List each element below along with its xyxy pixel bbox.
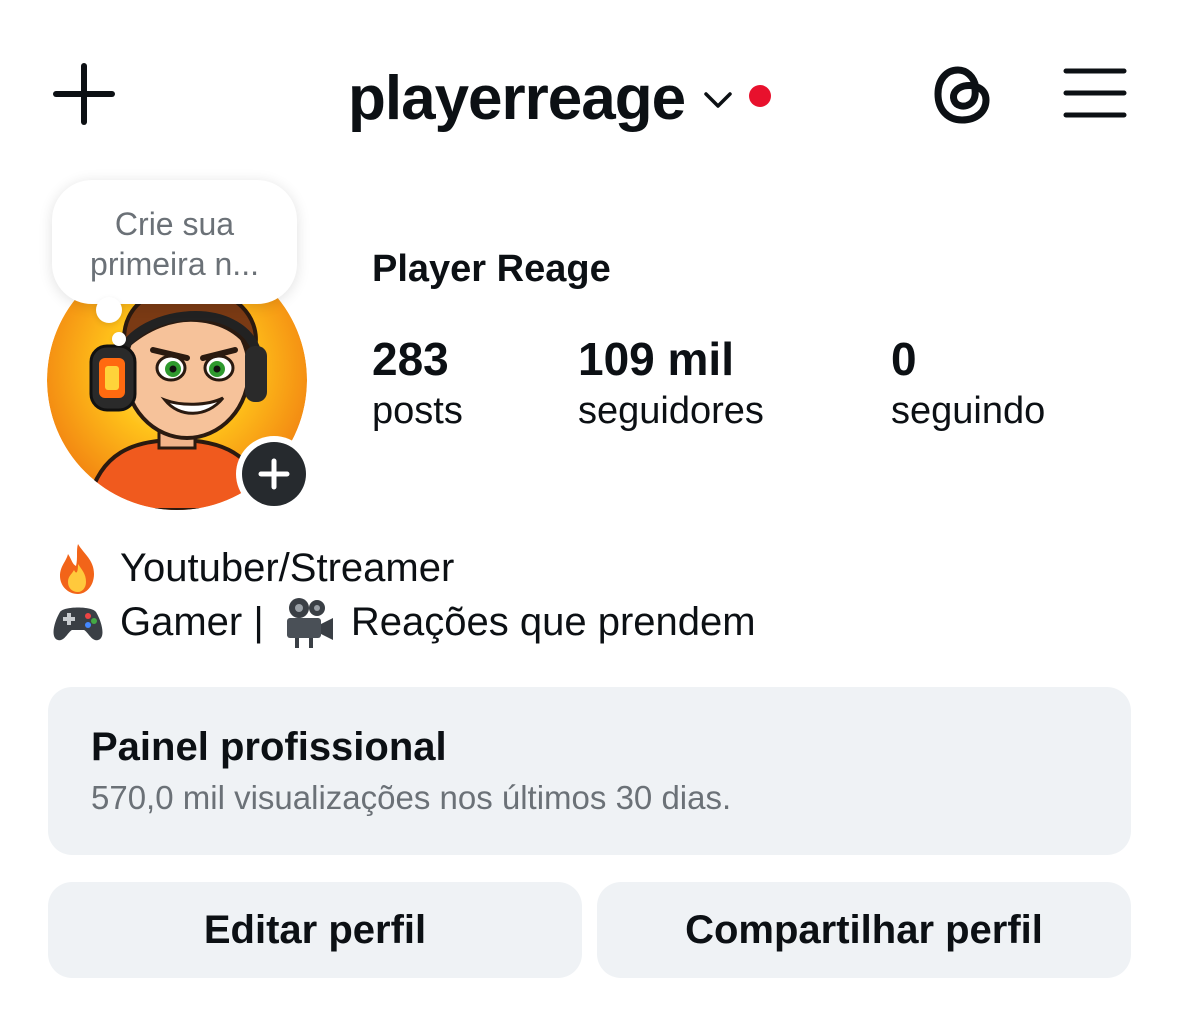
username: playerreage <box>348 63 686 133</box>
stat-posts[interactable]: 283 posts <box>372 332 463 436</box>
bio-text: Youtuber/Streamer <box>120 545 455 590</box>
professional-dashboard[interactable]: Painel profissional 570,0 mil visualizaç… <box>48 687 1131 855</box>
stat-label: posts <box>372 390 463 432</box>
bio-text: Gamer | <box>120 599 275 644</box>
chevron-down-icon <box>704 92 732 108</box>
dashboard-title: Painel profissional <box>91 725 447 769</box>
display-name: Player Reage <box>372 248 611 290</box>
stat-following[interactable]: 0 seguindo <box>891 332 1045 436</box>
bio-line: Youtuber/Streamer <box>50 540 454 596</box>
bio-text: Reações que prendem <box>350 599 756 644</box>
stat-label: seguindo <box>891 390 1046 432</box>
fire-emoji-icon <box>60 544 94 594</box>
stat-label: seguidores <box>578 390 764 432</box>
movie-camera-emoji-icon <box>286 598 333 648</box>
stat-value: 283 <box>372 333 449 385</box>
share-profile-button[interactable]: Compartilhar perfil <box>597 882 1131 978</box>
account-switcher[interactable]: playerreage <box>348 58 772 138</box>
note-bubble-tail <box>112 332 126 346</box>
stat-value: 109 mil <box>578 333 734 385</box>
plus-icon <box>258 458 290 490</box>
note-bubble-tail <box>96 297 122 323</box>
stat-followers[interactable]: 109 mil seguidores <box>578 332 764 436</box>
threads-icon[interactable] <box>930 58 996 130</box>
add-story-button[interactable] <box>236 436 312 512</box>
hamburger-menu-icon[interactable] <box>1063 67 1127 119</box>
note-bubble[interactable]: Crie sua primeira n... <box>52 180 297 304</box>
game-controller-emoji-icon <box>53 607 103 641</box>
note-text: Crie sua primeira n... <box>90 206 259 282</box>
plus-icon[interactable] <box>52 62 116 126</box>
bio-line: Gamer | Reações que prendem <box>50 594 756 650</box>
stat-value: 0 <box>891 333 917 385</box>
notification-dot <box>749 85 772 107</box>
edit-profile-button[interactable]: Editar perfil <box>48 882 582 978</box>
dashboard-subtitle: 570,0 mil visualizações nos últimos 30 d… <box>91 779 732 816</box>
